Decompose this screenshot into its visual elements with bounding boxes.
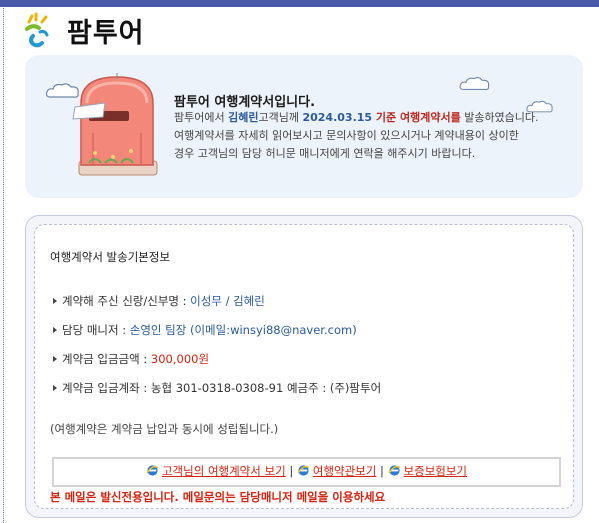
guarantee-insurance-link[interactable]: 보증보험보기	[404, 464, 467, 478]
send-only-warning: 본 메일은 발신전용입니다. 메일문의는 담당매니저 메일을 이용하세요	[50, 490, 386, 504]
info-label: 계약금 입금금액 :	[62, 352, 151, 366]
intro-text: 고객님께	[258, 111, 303, 124]
brand-logo: 팜투어	[23, 10, 163, 50]
intro-message: 팜투어에서 김혜린고객님께 2024.03.15 기준 여행계약서를 발송하였습…	[174, 109, 586, 163]
manager-email: (이메일:winsyi88@naver.com)	[186, 323, 357, 337]
farmtour-logo-icon	[25, 12, 49, 48]
top-bar	[0, 0, 599, 7]
mailbox-illustration-icon	[72, 73, 158, 176]
left-dotted-border	[3, 8, 4, 523]
links-bar: 고객님의 여행계약서 보기 | 여행약관보기 | 보증보험보기	[52, 457, 561, 487]
deposit-account: 농협 301-0318-0308-91 예금주 : (주)팜투어	[150, 381, 382, 395]
info-label: 담당 매니저 :	[62, 323, 130, 337]
brand-name: 팜투어	[67, 18, 145, 49]
deposit-amount: 300,000원	[150, 352, 210, 366]
intro-line-2: 여행계약서를 자세히 읽어보시고 문의사항이 있으시거나 계약내용이 상이한	[174, 129, 519, 142]
couple-names: 이성무 / 김혜린	[190, 294, 265, 308]
info-row-manager: 담당 매니저 : 손영인 팀장 (이메일:winsyi88@naver.com)	[53, 322, 357, 338]
info-title: 여행계약서 발송기본정보	[50, 250, 171, 264]
contract-note: (여행계약은 계약금 납입과 동시에 성립됩니다.)	[50, 422, 279, 436]
view-contract-link[interactable]: 고객님의 여행계약서 보기	[162, 464, 286, 478]
contract-info-inner: 여행계약서 발송기본정보 계약해 주신 신랑/신부명 : 이성무 / 김혜린 담…	[34, 224, 574, 509]
link-separator: |	[380, 464, 384, 478]
info-label: 계약금 입금계좌 :	[62, 381, 151, 395]
ie-browser-icon	[387, 465, 400, 476]
link-separator: |	[289, 464, 294, 478]
info-label: 계약해 주신 신랑/신부명 :	[62, 294, 191, 308]
intro-text: 기준	[372, 111, 400, 124]
info-row-deposit-amount: 계약금 입금금액 : 300,000원	[53, 351, 209, 367]
intro-text: 발송하였습니다.	[460, 111, 539, 124]
customer-name: 김혜린	[228, 111, 259, 124]
ie-browser-icon	[146, 465, 159, 476]
document-name: 여행계약서를	[399, 111, 461, 124]
bullet-icon	[53, 385, 57, 391]
ie-browser-icon	[297, 465, 310, 476]
bullet-icon	[53, 298, 57, 304]
cloud-icon	[459, 77, 490, 91]
contract-date: 2024.03.15	[302, 111, 373, 124]
travel-terms-link[interactable]: 여행약관보기	[313, 464, 376, 478]
intro-panel: 팜투어 여행계약서입니다. 팜투어에서 김혜린고객님께 2024.03.15 기…	[25, 55, 583, 198]
info-row-couple: 계약해 주신 신랑/신부명 : 이성무 / 김혜린	[53, 293, 265, 309]
bullet-icon	[53, 327, 57, 333]
bullet-icon	[53, 356, 57, 362]
intro-line-3: 경우 고객님의 담당 허니문 매니저에게 연락을 해주시기 바랍니다.	[174, 147, 476, 160]
contract-info-panel: 여행계약서 발송기본정보 계약해 주신 신랑/신부명 : 이성무 / 김혜린 담…	[25, 215, 583, 518]
manager-name: 손영인 팀장	[129, 323, 187, 337]
intro-title: 팜투어 여행계약서입니다.	[174, 95, 316, 110]
intro-text: 팜투어에서	[174, 111, 229, 124]
info-row-deposit-account: 계약금 입금계좌 : 농협 301-0318-0308-91 예금주 : (주)…	[53, 380, 381, 396]
